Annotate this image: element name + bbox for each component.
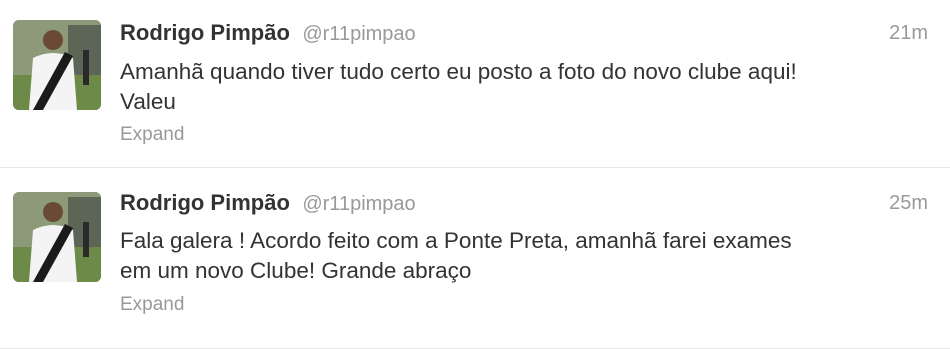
tweet-text: Amanhã quando tiver tudo certo eu posto …	[120, 57, 930, 117]
user-handle[interactable]: @r11pimpao	[302, 23, 415, 45]
tweet-header: Rodrigo Pimpão @r11pimpao 25m	[120, 190, 928, 220]
tweet-timestamp[interactable]: 21m	[889, 22, 928, 45]
tweet-timestamp[interactable]: 25m	[889, 192, 928, 215]
expand-link[interactable]: Expand	[120, 294, 184, 316]
tweet-header: Rodrigo Pimpão @r11pimpao 21m	[120, 20, 928, 50]
tweet-text-line: Amanhã quando tiver tudo certo eu posto …	[120, 59, 797, 84]
tweet-item[interactable]: Rodrigo Pimpão @r11pimpao 21m Amanhã qua…	[0, 0, 950, 168]
tweet-text-line: Fala galera ! Acordo feito com a Ponte P…	[120, 228, 792, 253]
player-photo-icon	[13, 192, 101, 282]
user-fullname[interactable]: Rodrigo Pimpão	[120, 20, 290, 45]
tweet-text: Fala galera ! Acordo feito com a Ponte P…	[120, 226, 930, 286]
tweet-item[interactable]: Rodrigo Pimpão @r11pimpao 25m Fala galer…	[0, 168, 950, 349]
user-fullname[interactable]: Rodrigo Pimpão	[120, 190, 290, 215]
player-photo-icon	[13, 20, 101, 110]
avatar[interactable]	[13, 192, 101, 282]
expand-link[interactable]: Expand	[120, 124, 184, 146]
avatar[interactable]	[13, 20, 101, 110]
tweet-text-line: em um novo Clube! Grande abraço	[120, 258, 472, 283]
tweet-text-line: Valeu	[120, 89, 176, 114]
user-handle[interactable]: @r11pimpao	[302, 193, 415, 215]
